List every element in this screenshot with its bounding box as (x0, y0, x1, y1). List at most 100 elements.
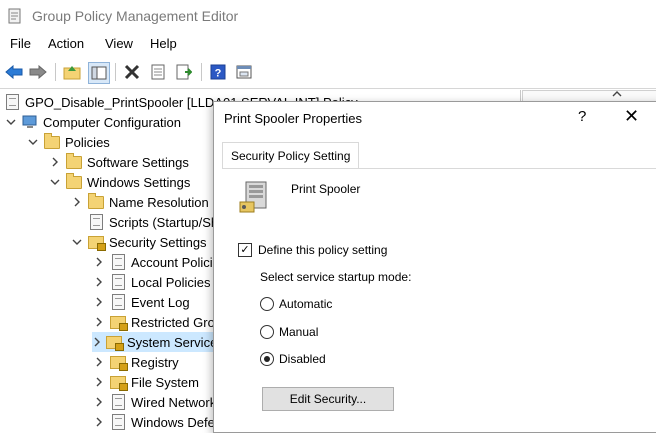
folder-icon (88, 192, 104, 210)
tree-label: Local Policies (131, 274, 211, 290)
back-arrow-icon[interactable] (4, 62, 24, 82)
chevron-right-icon[interactable] (92, 275, 106, 289)
service-icon (239, 181, 267, 213)
svg-text:?: ? (215, 68, 222, 80)
computer-icon (22, 114, 38, 130)
print-spooler-properties-dialog: Print Spooler Properties ? ✕ Security Po… (213, 101, 656, 433)
show-hide-tree-icon[interactable] (88, 62, 110, 84)
chevron-right-icon[interactable] (92, 315, 106, 329)
tree-node-policies[interactable]: Policies (26, 132, 110, 152)
policy-doc-icon (110, 274, 126, 290)
network-policy-icon (110, 394, 126, 410)
radio-label: Disabled (279, 352, 326, 366)
scripts-icon (88, 214, 104, 230)
tree-node-event-log[interactable]: Event Log (92, 292, 190, 312)
policy-doc-icon (110, 294, 126, 310)
toolbar-separator (115, 63, 116, 81)
toolbar-divider (0, 88, 656, 89)
tree-node-security-settings[interactable]: Security Settings (70, 232, 207, 252)
tree-node-computer-configuration[interactable]: Computer Configuration (4, 112, 181, 132)
chevron-right-icon[interactable] (92, 295, 106, 309)
menu-bar: File Action View Help (0, 34, 656, 54)
tree-label: Security Settings (109, 234, 207, 250)
help-button[interactable]: ? (578, 108, 586, 125)
menu-view[interactable]: View (105, 36, 133, 51)
window-title: Group Policy Management Editor (32, 8, 239, 24)
chevron-right-icon[interactable] (92, 415, 106, 429)
gpo-document-icon (4, 94, 20, 110)
tree-node-windows-settings[interactable]: Windows Settings (48, 172, 190, 192)
service-name: Print Spooler (291, 182, 361, 196)
chevron-right-icon[interactable] (92, 395, 106, 409)
locked-folder-icon (110, 314, 128, 331)
chevron-right-icon[interactable] (92, 255, 106, 269)
chevron-right-icon[interactable] (92, 335, 102, 349)
radio-automatic[interactable]: Automatic (260, 297, 332, 311)
dialog-title: Print Spooler Properties (224, 111, 363, 126)
chevron-down-icon[interactable] (48, 175, 62, 189)
chevron-down-icon[interactable] (4, 115, 18, 129)
radio-button[interactable] (260, 352, 274, 366)
toolbar: ? (0, 60, 656, 84)
console-icon[interactable] (234, 62, 254, 82)
chevron-right-icon[interactable] (92, 355, 106, 369)
folder-icon (66, 152, 82, 170)
toolbar-separator (201, 63, 202, 81)
define-policy-label: Define this policy setting (258, 243, 388, 257)
tree-label: Event Log (131, 294, 190, 310)
menu-file[interactable]: File (10, 36, 31, 51)
tree-label: Policies (65, 134, 110, 150)
tree-node-account-policies[interactable]: Account Policies (92, 252, 226, 272)
tree-label: Registry (131, 354, 179, 370)
folder-icon (44, 132, 60, 150)
tree-node-local-policies[interactable]: Local Policies (92, 272, 211, 292)
forward-arrow-icon[interactable] (28, 62, 48, 82)
define-policy-checkbox[interactable]: ✓ (238, 243, 252, 257)
menu-action[interactable]: Action (48, 36, 84, 51)
locked-folder-icon (110, 354, 128, 371)
edit-security-button[interactable]: Edit Security... (262, 387, 394, 411)
radio-label: Manual (279, 325, 319, 339)
policy-editor-icon (8, 8, 21, 24)
radio-button[interactable] (260, 297, 274, 311)
tree-label: Software Settings (87, 154, 189, 170)
export-list-icon[interactable] (174, 62, 194, 82)
security-settings-icon (88, 234, 106, 251)
tab-strip-border (222, 168, 656, 169)
chevron-right-icon[interactable] (70, 195, 84, 209)
tree-label: System Services (127, 334, 224, 350)
chevron-right-icon[interactable] (92, 375, 106, 389)
radio-button[interactable] (260, 325, 274, 339)
firewall-icon (110, 414, 126, 430)
toolbar-separator (55, 63, 56, 81)
chevron-down-icon[interactable] (70, 235, 84, 249)
startup-mode-label: Select service startup mode: (260, 270, 412, 284)
folder-icon (66, 172, 82, 190)
menu-help[interactable]: Help (150, 36, 177, 51)
tree-node-software-settings[interactable]: Software Settings (48, 152, 189, 172)
chevron-down-icon[interactable] (26, 135, 40, 149)
locked-folder-icon (110, 374, 128, 391)
radio-disabled[interactable]: Disabled (260, 352, 326, 366)
close-button[interactable]: ✕ (624, 106, 639, 127)
tab-security-policy-setting[interactable]: Security Policy Setting (222, 142, 360, 169)
tab-label: Security Policy Setting (231, 149, 351, 163)
tree-label: Computer Configuration (43, 114, 182, 130)
chevron-up-icon[interactable] (612, 90, 622, 101)
tree-node-file-system[interactable]: File System (92, 372, 199, 392)
tree-node-registry[interactable]: Registry (92, 352, 179, 372)
tree-node-system-services[interactable]: System Services (92, 332, 224, 352)
help-icon[interactable]: ? (208, 62, 228, 82)
properties-icon[interactable] (148, 62, 168, 82)
button-label: Edit Security... (289, 392, 367, 406)
radio-manual[interactable]: Manual (260, 325, 318, 339)
up-folder-icon[interactable] (62, 62, 82, 82)
title-bar: Group Policy Management Editor (0, 0, 656, 32)
define-policy-checkbox-row[interactable]: ✓ Define this policy setting (238, 243, 387, 257)
locked-folder-icon (106, 334, 124, 351)
delete-icon[interactable] (122, 62, 142, 82)
tree-label: File System (131, 374, 199, 390)
radio-label: Automatic (279, 297, 333, 311)
policy-doc-icon (110, 254, 126, 270)
chevron-right-icon[interactable] (48, 155, 62, 169)
